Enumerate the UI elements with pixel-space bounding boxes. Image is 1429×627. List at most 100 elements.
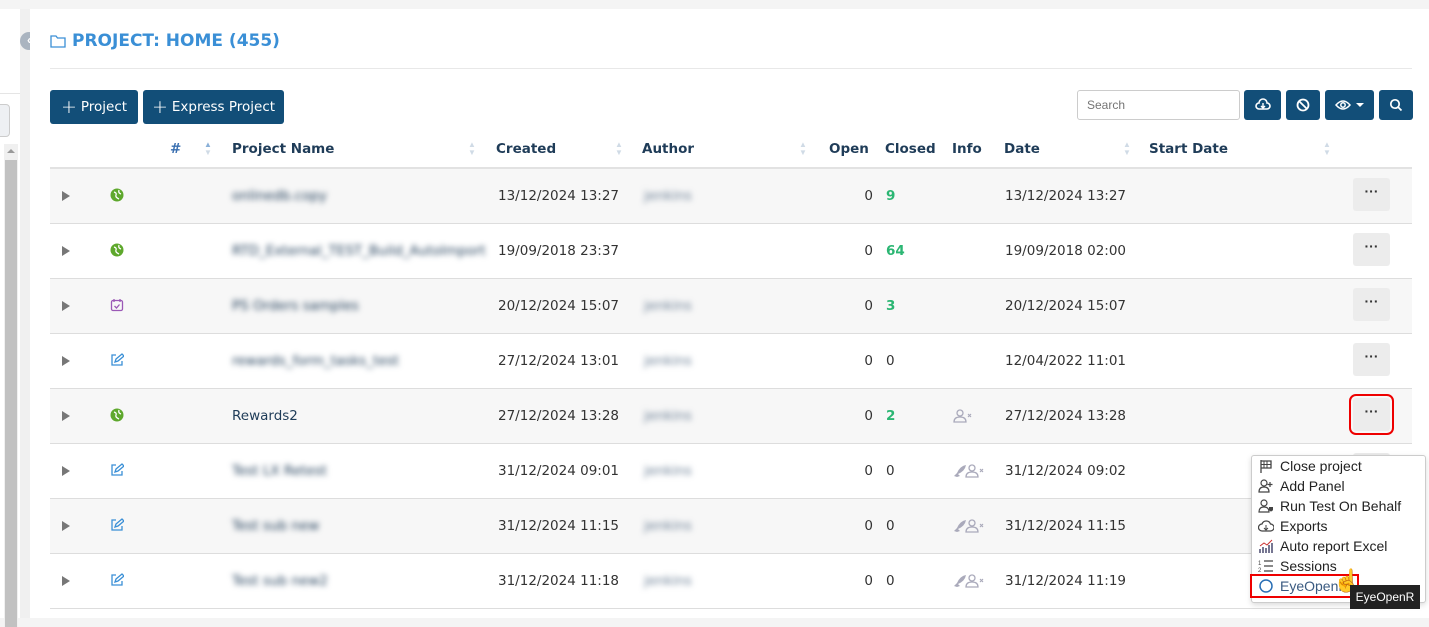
add-project-button[interactable]: + Project	[50, 90, 138, 124]
expand-row-icon[interactable]	[62, 411, 70, 421]
open-cell: 0	[864, 408, 873, 424]
sort-icon[interactable]: ▲ ▼	[1123, 141, 1131, 157]
closed-cell[interactable]: 64	[886, 243, 905, 259]
menu-item-exports[interactable]: Exports	[1252, 516, 1425, 536]
project-name-link[interactable]: Test sub new	[232, 518, 319, 534]
row-actions-button[interactable]: ···	[1353, 233, 1390, 266]
project-name-link[interactable]: onlinedb.copy	[232, 188, 327, 204]
created-cell: 31/12/2024 11:15	[498, 518, 620, 534]
expand-row-icon[interactable]	[62, 246, 70, 256]
sort-icon[interactable]: ▲ ▼	[468, 141, 476, 157]
table-row[interactable]: Test sub new 31/12/2024 11:15 jenkins 0 …	[50, 499, 1412, 554]
edit-icon	[110, 518, 125, 532]
search-input[interactable]	[1077, 90, 1240, 120]
open-cell: 0	[864, 243, 873, 259]
caret-down-icon	[1356, 103, 1364, 107]
table-row[interactable]: Test sub new2 31/12/2024 11:18 jenkins 0…	[50, 554, 1412, 609]
cloud-download-button[interactable]	[1244, 90, 1281, 120]
search-button[interactable]	[1379, 90, 1413, 120]
row-actions-button[interactable]: ···	[1353, 178, 1390, 211]
expand-row-icon[interactable]	[62, 191, 70, 201]
closed-cell: 0	[886, 573, 895, 589]
project-name-link[interactable]: Test LX Retest	[232, 463, 327, 479]
closed-cell[interactable]: 2	[886, 408, 895, 424]
open-cell: 0	[864, 518, 873, 534]
divider	[50, 68, 1412, 69]
table-row[interactable]: PS Orders samples 20/12/2024 15:07 jenki…	[50, 279, 1412, 334]
menu-item-label: Sessions	[1280, 558, 1337, 574]
col-project-name[interactable]: Project Name	[232, 141, 334, 157]
plus-icon: +	[151, 95, 168, 118]
expand-row-icon[interactable]	[62, 301, 70, 311]
col-index[interactable]: #	[170, 141, 181, 157]
date-cell: 31/12/2024 11:19	[1005, 573, 1127, 589]
left-pane-input[interactable]	[0, 104, 10, 137]
chart-icon	[1259, 539, 1273, 553]
menu-item-auto-report-excel[interactable]: Auto report Excel	[1252, 536, 1425, 556]
sort-icon[interactable]: ▲ ▼	[615, 141, 623, 157]
svg-text:2: 2	[1258, 568, 1262, 574]
col-info: Info	[952, 141, 982, 157]
table-row[interactable]: RTD_External_TEST_Build_AutoImport 19/09…	[50, 224, 1412, 279]
menu-item-close-project[interactable]: Close project	[1252, 456, 1425, 476]
scrollbar-thumb[interactable]	[5, 160, 17, 627]
edit-icon	[110, 463, 125, 477]
user-plus-icon	[1258, 479, 1273, 493]
table-row[interactable]: onlinedb.copy 13/12/2024 13:27 jenkins 0…	[50, 169, 1412, 224]
expand-row-icon[interactable]	[62, 521, 70, 531]
table-row[interactable]: rewards_form_tasks_test 27/12/2024 13:01…	[50, 334, 1412, 389]
info-cell	[952, 519, 986, 536]
project-name-link[interactable]: PS Orders samples	[232, 298, 359, 314]
main-panel: PROJECT: HOME (455) + Project + Express Pr…	[30, 9, 1429, 618]
col-closed: Closed	[885, 141, 936, 157]
col-open: Open	[829, 141, 869, 157]
sort-icon[interactable]: ▲ ▼	[1323, 141, 1331, 157]
eyeopenr-icon	[1259, 579, 1273, 593]
col-created[interactable]: Created	[496, 141, 556, 157]
project-name-link[interactable]: Test sub new2	[232, 573, 328, 589]
view-dropdown-button[interactable]	[1325, 90, 1374, 120]
closed-cell[interactable]: 9	[886, 188, 895, 204]
rocket-user-x-icon	[954, 574, 984, 588]
splitter[interactable]	[20, 9, 30, 618]
scroll-up-icon[interactable]	[7, 149, 15, 153]
row-actions-button[interactable]: ···	[1353, 288, 1390, 321]
expand-row-icon[interactable]	[62, 466, 70, 476]
plus-icon: +	[60, 95, 77, 118]
created-cell: 19/09/2018 23:37	[498, 243, 620, 259]
sort-asc-icon[interactable]: ▲ ▼	[204, 141, 212, 157]
created-cell: 31/12/2024 11:18	[498, 573, 620, 589]
info-cell	[952, 464, 986, 481]
menu-item-run-test-on-behalf[interactable]: Run Test On Behalf	[1252, 496, 1425, 516]
project-name-link[interactable]: Rewards2	[232, 408, 298, 424]
cloud-download-icon	[1254, 98, 1271, 110]
closed-cell[interactable]: 3	[886, 298, 895, 314]
search-icon	[1389, 98, 1403, 112]
add-express-project-button[interactable]: + Express Project	[143, 90, 284, 124]
project-name-link[interactable]: RTD_External_TEST_Build_AutoImport	[232, 243, 486, 259]
row-actions-button[interactable]: ···	[1349, 394, 1394, 435]
sort-icon[interactable]: ▲ ▼	[799, 141, 807, 157]
menu-item-label: Auto report Excel	[1280, 538, 1388, 554]
col-start-date[interactable]: Start Date	[1149, 141, 1228, 157]
scrollbar[interactable]	[4, 144, 18, 627]
user-x-icon	[953, 409, 972, 423]
col-author[interactable]: Author	[642, 141, 694, 157]
closed-cell: 0	[886, 353, 895, 369]
table-row[interactable]: Rewards2 27/12/2024 13:28 jenkins 0 2 27…	[50, 389, 1412, 444]
row-actions-button[interactable]: ···	[1353, 343, 1390, 376]
menu-item-add-panel[interactable]: Add Panel	[1252, 476, 1425, 496]
info-cell	[952, 574, 986, 591]
menu-item-label: Exports	[1280, 518, 1328, 534]
table-row[interactable]: Test LX Retest 31/12/2024 09:01 jenkins …	[50, 444, 1412, 499]
project-name-link[interactable]: rewards_form_tasks_test	[232, 353, 399, 369]
author-cell: jenkins	[644, 353, 692, 369]
created-cell: 13/12/2024 13:27	[498, 188, 620, 204]
block-button[interactable]	[1286, 90, 1320, 120]
open-cell: 0	[864, 573, 873, 589]
expand-row-icon[interactable]	[62, 356, 70, 366]
col-date[interactable]: Date	[1004, 141, 1040, 157]
expand-row-icon[interactable]	[62, 576, 70, 586]
info-cell	[953, 409, 973, 426]
date-cell: 31/12/2024 09:02	[1005, 463, 1127, 479]
